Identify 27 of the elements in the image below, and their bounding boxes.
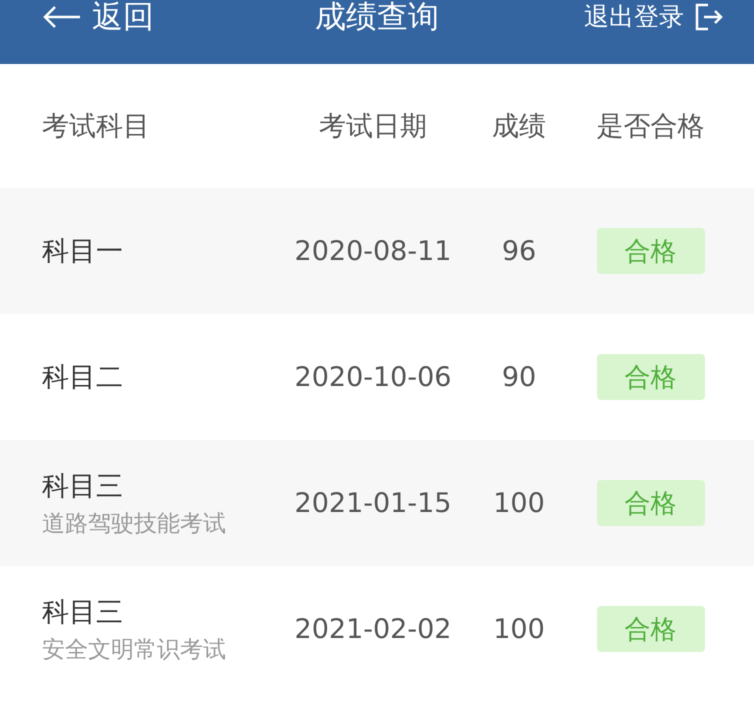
column-header: 成绩 <box>492 111 546 142</box>
subject-note: 道路驾驶技能考试 <box>42 510 227 538</box>
column-header: 考试日期 <box>319 111 427 142</box>
page-title: 成绩查询 <box>315 0 439 35</box>
score: 90 <box>502 362 536 392</box>
logout-button[interactable]: 退出登录 <box>584 0 724 34</box>
result-badge: 合格 <box>596 480 704 526</box>
subject-note: 安全文明常识考试 <box>42 636 227 664</box>
back-button[interactable]: 返回 <box>42 0 154 34</box>
result-badge: 合格 <box>596 354 704 400</box>
back-arrow-icon <box>42 5 82 29</box>
exam-date: 2021-01-15 <box>294 488 452 518</box>
subject-name: 科目三 <box>42 470 124 504</box>
score: 96 <box>502 236 536 266</box>
result-badge: 合格 <box>596 606 704 652</box>
subject-name: 科目二 <box>42 361 124 395</box>
score: 100 <box>493 488 545 518</box>
exam-date: 2020-08-11 <box>294 236 452 266</box>
exam-date: 2020-10-06 <box>294 362 452 392</box>
subject-name: 科目一 <box>42 235 124 269</box>
column-header: 考试科目 <box>42 111 150 142</box>
column-header: 是否合格 <box>596 110 704 144</box>
score: 100 <box>493 614 545 644</box>
logout-icon <box>694 2 724 32</box>
exam-date: 2021-02-02 <box>294 614 452 644</box>
result-badge: 合格 <box>596 228 704 274</box>
subject-name: 科目三 <box>42 596 124 630</box>
